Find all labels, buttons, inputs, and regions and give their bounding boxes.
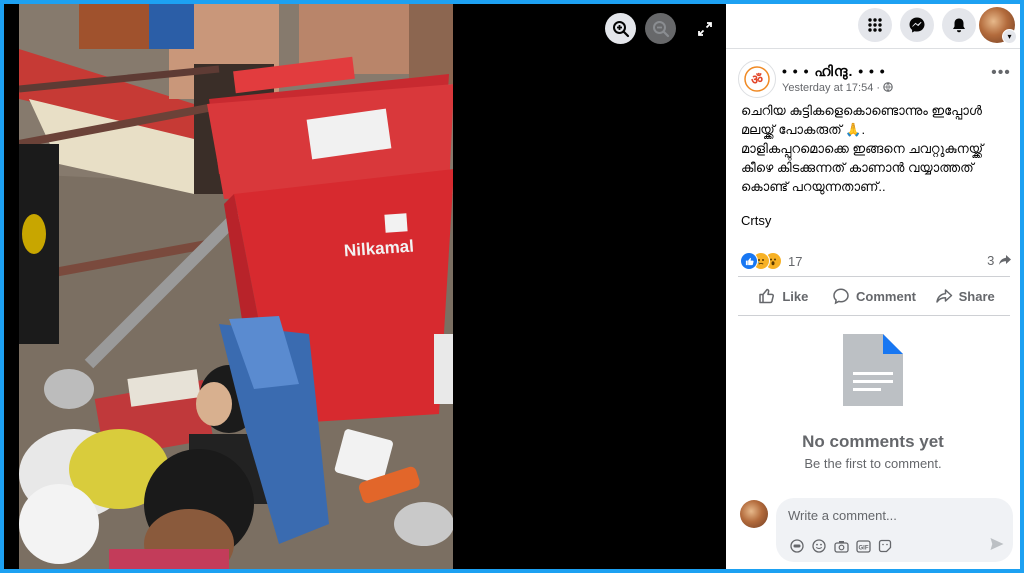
messenger-button[interactable] [900,8,934,42]
messenger-icon [909,17,925,33]
document-icon [843,334,903,406]
avatar-sticker-button[interactable] [786,537,808,555]
bell-icon [953,18,965,32]
post-message: ചെറിയ കുട്ടികളെകൊണ്ടൊന്നും ഇപ്പോൾ മലയ്ക്… [741,101,1011,230]
photo-scene: Nilkamal [19,4,453,569]
share-count[interactable]: 3 [987,253,1012,268]
top-navigation-bar: ▾ [726,4,1020,49]
emoji-button[interactable] [808,537,830,555]
zoom-out-button[interactable] [645,13,676,44]
sticker-icon [878,539,892,553]
zoom-in-button[interactable] [605,13,636,44]
camera-icon [833,540,849,553]
post-options-button[interactable]: ••• [989,64,1013,84]
camera-button[interactable] [830,537,852,555]
like-reaction-icon [740,252,758,270]
screenshot-frame: Nilkamal ▾ ॐ • • • ഹിന്ദു. • • • Yesterd… [4,4,1020,569]
notifications-button[interactable] [942,8,976,42]
svg-text:GIF: GIF [858,545,868,551]
like-label: Like [782,288,809,304]
emoji-icon [812,539,826,553]
chevron-down-icon: ▾ [1002,29,1017,44]
reactions-summary: 17 3 [740,252,1012,272]
gif-icon: GIF [855,539,871,553]
comment-tools: GIF [786,537,896,555]
photo-viewer: Nilkamal [4,4,726,569]
globe-icon [883,82,893,92]
page-avatar[interactable]: ॐ [738,60,776,98]
zoom-in-icon [612,20,629,37]
no-comments-title: No comments yet [802,432,944,451]
share-icon [935,289,952,303]
expand-icon [697,21,712,36]
page-name[interactable]: • • • ഹിന്ദു. • • • [782,63,886,80]
page-logo-icon: ॐ [744,66,770,92]
post-text-line: മാളികപ്പുറമൊക്കെ ഇങ്ങനെ ചവറ്റുകുനയ്ക്ക് … [741,141,984,194]
comment-label: Comment [856,288,916,304]
comment-box: GIF [776,498,1013,562]
profile-avatar[interactable]: ▾ [979,7,1017,44]
more-icon: ••• [991,64,1011,81]
commenter-avatar[interactable] [740,500,768,528]
sticker-button[interactable] [874,537,896,555]
post-panel: ▾ ॐ • • • ഹിന്ദു. • • • Yesterday at 17:… [726,4,1020,569]
post-credit: Crtsy [741,213,772,228]
share-count-text: 3 [987,253,995,268]
fullscreen-button[interactable] [689,13,720,44]
reaction-count[interactable]: 17 [788,254,802,269]
share-label: Share [958,288,995,304]
post-text-line: ചെറിയ കുട്ടികളെകൊണ്ടൊന്നും ഇപ്പോൾ മലയ്ക്… [741,103,982,137]
post-time-text: Yesterday at 17:54 · [782,82,881,94]
share-arrow-icon [999,255,1011,265]
post-photo: Nilkamal [19,4,453,569]
post-timestamp[interactable]: Yesterday at 17:54 · [782,82,893,94]
gif-button[interactable]: GIF [852,537,874,555]
svg-text:ॐ: ॐ [751,72,763,88]
like-button[interactable]: Like [738,277,829,315]
comment-icon [833,288,849,305]
share-button[interactable]: Share [919,277,1010,315]
comment-composer: GIF [740,498,1018,566]
post-actions: Like Comment Share [738,276,1010,316]
thumbs-up-icon [759,288,775,304]
menu-button[interactable] [858,8,892,42]
no-comments-placeholder: No comments yet Be the first to comment. [726,334,1020,471]
send-icon [990,538,1004,550]
comment-button[interactable]: Comment [829,277,920,315]
comment-input[interactable] [786,504,990,526]
avatar-sticker-icon [790,539,804,553]
send-button[interactable] [989,536,1005,557]
menu-grid-icon [868,18,882,32]
post-header: ॐ • • • ഹിന്ദു. • • • Yesterday at 17:54… [738,60,1010,100]
zoom-out-icon [652,20,669,37]
no-comments-subtitle: Be the first to comment. [804,456,942,471]
